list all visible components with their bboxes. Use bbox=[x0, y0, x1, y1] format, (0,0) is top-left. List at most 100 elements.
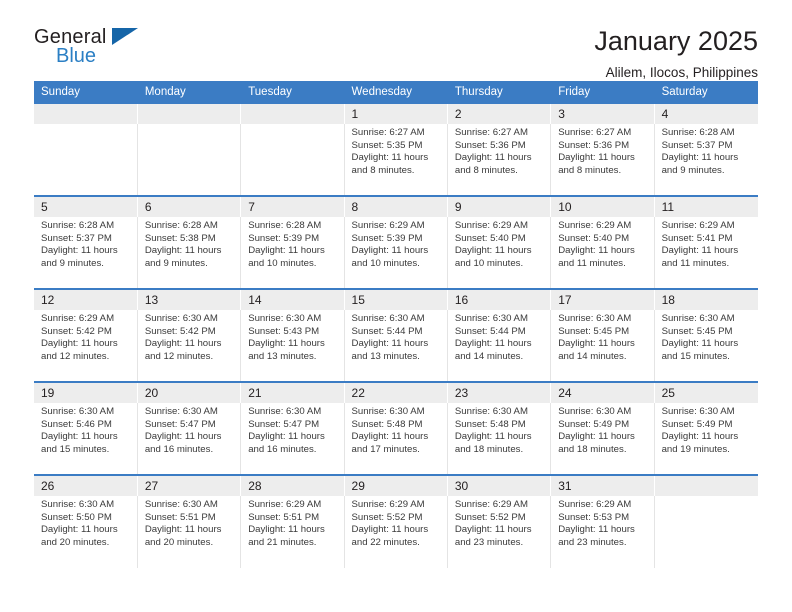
day-details-12[interactable]: Sunrise: 6:29 AM Sunset: 5:42 PM Daylight:… bbox=[34, 310, 138, 382]
day-number-20[interactable]: 20 bbox=[137, 381, 242, 403]
day-number-14[interactable]: 14 bbox=[240, 288, 345, 310]
day-number-5[interactable]: 5 bbox=[34, 195, 138, 217]
day-number-15[interactable]: 15 bbox=[344, 288, 448, 310]
day-details-8[interactable]: Sunrise: 6:29 AM Sunset: 5:39 PM Daylight:… bbox=[344, 217, 448, 289]
day-details-25[interactable]: Sunrise: 6:30 AM Sunset: 5:49 PM Daylight:… bbox=[654, 403, 758, 475]
day-detail-line: Daylight: 11 hours bbox=[41, 431, 118, 443]
day-number-3[interactable]: 3 bbox=[550, 104, 655, 124]
day-details-17[interactable]: Sunrise: 6:30 AM Sunset: 5:45 PM Daylight:… bbox=[550, 310, 655, 382]
day-details-14[interactable]: Sunrise: 6:30 AM Sunset: 5:43 PM Daylight:… bbox=[240, 310, 345, 382]
day-number-31[interactable]: 31 bbox=[550, 474, 655, 496]
day-detail-line: and 8 minutes. bbox=[454, 164, 518, 176]
day-details-20[interactable]: Sunrise: 6:30 AM Sunset: 5:47 PM Daylight:… bbox=[137, 403, 242, 475]
day-details-30[interactable]: Sunrise: 6:29 AM Sunset: 5:52 PM Daylight:… bbox=[447, 496, 552, 568]
day-details-19[interactable]: Sunrise: 6:30 AM Sunset: 5:46 PM Daylight:… bbox=[34, 403, 138, 475]
week-detail-row: Sunrise: 6:29 AM Sunset: 5:42 PM Daylight:… bbox=[34, 310, 758, 382]
day-detail-line: Sunrise: 6:30 AM bbox=[661, 406, 735, 417]
day-number-30[interactable]: 30 bbox=[447, 474, 552, 496]
day-number-18[interactable]: 18 bbox=[654, 288, 758, 310]
day-detail-line: Sunset: 5:48 PM bbox=[351, 418, 423, 430]
day-number-7[interactable]: 7 bbox=[240, 195, 345, 217]
day-detail-line: Sunset: 5:44 PM bbox=[351, 325, 423, 337]
day-number-1[interactable]: 1 bbox=[344, 104, 448, 124]
day-detail-line: Sunset: 5:49 PM bbox=[661, 418, 733, 430]
day-detail-line: Daylight: 11 hours bbox=[144, 245, 222, 257]
day-detail-line: Sunset: 5:42 PM bbox=[144, 325, 216, 337]
day-number-24[interactable]: 24 bbox=[550, 381, 655, 403]
day-details-13[interactable]: Sunrise: 6:30 AM Sunset: 5:42 PM Daylight:… bbox=[137, 310, 242, 382]
day-detail-line: Daylight: 11 hours bbox=[661, 245, 739, 257]
day-detail-line: Sunrise: 6:29 AM bbox=[558, 499, 632, 510]
day-details-7[interactable]: Sunrise: 6:28 AM Sunset: 5:39 PM Daylight:… bbox=[240, 217, 345, 289]
page-header: General Blue January 2025 Alilem, Ilocos… bbox=[34, 0, 758, 80]
day-number-9[interactable]: 9 bbox=[447, 195, 552, 217]
day-details-10[interactable]: Sunrise: 6:29 AM Sunset: 5:40 PM Daylight:… bbox=[550, 217, 655, 289]
day-number-4[interactable]: 4 bbox=[654, 104, 758, 124]
day-details-21[interactable]: Sunrise: 6:30 AM Sunset: 5:47 PM Daylight:… bbox=[240, 403, 345, 475]
day-number-22[interactable]: 22 bbox=[344, 381, 448, 403]
day-detail-line: Daylight: 11 hours bbox=[351, 338, 429, 350]
day-details-18[interactable]: Sunrise: 6:30 AM Sunset: 5:45 PM Daylight:… bbox=[654, 310, 758, 382]
day-detail-line: Sunset: 5:43 PM bbox=[248, 325, 320, 337]
day-details-3[interactable]: Sunrise: 6:27 AM Sunset: 5:36 PM Daylight:… bbox=[550, 124, 655, 196]
day-number-12[interactable]: 12 bbox=[34, 288, 138, 310]
day-detail-line: Sunset: 5:37 PM bbox=[41, 232, 112, 244]
day-number-23[interactable]: 23 bbox=[447, 381, 552, 403]
day-details-2[interactable]: Sunrise: 6:27 AM Sunset: 5:36 PM Daylight:… bbox=[447, 124, 552, 196]
day-number-27[interactable]: 27 bbox=[137, 474, 242, 496]
day-detail-line: Sunrise: 6:29 AM bbox=[351, 220, 425, 231]
day-detail-line: Daylight: 11 hours bbox=[558, 245, 635, 257]
day-detail-line: Sunset: 5:47 PM bbox=[248, 418, 320, 430]
day-detail-line: Sunset: 5:37 PM bbox=[661, 139, 733, 151]
day-details-15[interactable]: Sunrise: 6:30 AM Sunset: 5:44 PM Daylight:… bbox=[344, 310, 448, 382]
day-number-8[interactable]: 8 bbox=[344, 195, 448, 217]
triangle-icon bbox=[112, 28, 138, 45]
weekday-header-thursday: Thursday bbox=[447, 81, 552, 104]
day-details-16[interactable]: Sunrise: 6:30 AM Sunset: 5:44 PM Daylight:… bbox=[447, 310, 552, 382]
day-number-2[interactable]: 2 bbox=[447, 104, 552, 124]
day-details-23[interactable]: Sunrise: 6:30 AM Sunset: 5:48 PM Daylight:… bbox=[447, 403, 552, 475]
day-detail-line: Sunset: 5:44 PM bbox=[454, 325, 526, 337]
weekday-header-friday: Friday bbox=[550, 81, 655, 104]
day-number-26[interactable]: 26 bbox=[34, 474, 138, 496]
day-detail-line: Sunrise: 6:28 AM bbox=[248, 220, 322, 231]
day-details-22[interactable]: Sunrise: 6:30 AM Sunset: 5:48 PM Daylight:… bbox=[344, 403, 448, 475]
day-details-26[interactable]: Sunrise: 6:30 AM Sunset: 5:50 PM Daylight:… bbox=[34, 496, 138, 568]
day-details-6[interactable]: Sunrise: 6:28 AM Sunset: 5:38 PM Daylight:… bbox=[137, 217, 242, 289]
week-daynumber-row: 1234 bbox=[34, 104, 758, 124]
day-number-21[interactable]: 21 bbox=[240, 381, 345, 403]
day-details-9[interactable]: Sunrise: 6:29 AM Sunset: 5:40 PM Daylight:… bbox=[447, 217, 552, 289]
day-details-24[interactable]: Sunrise: 6:30 AM Sunset: 5:49 PM Daylight:… bbox=[550, 403, 655, 475]
day-details-empty bbox=[137, 124, 242, 196]
day-detail-line: Sunrise: 6:27 AM bbox=[454, 127, 528, 138]
day-number-6[interactable]: 6 bbox=[137, 195, 242, 217]
day-details-28[interactable]: Sunrise: 6:29 AM Sunset: 5:51 PM Daylight:… bbox=[240, 496, 345, 568]
day-detail-line: Sunset: 5:52 PM bbox=[351, 511, 423, 523]
day-number-16[interactable]: 16 bbox=[447, 288, 552, 310]
day-number-19[interactable]: 19 bbox=[34, 381, 138, 403]
day-detail-line: Sunrise: 6:30 AM bbox=[661, 313, 735, 324]
day-number-28[interactable]: 28 bbox=[240, 474, 345, 496]
day-detail-line: and 15 minutes. bbox=[661, 350, 730, 362]
day-details-4[interactable]: Sunrise: 6:28 AM Sunset: 5:37 PM Daylight:… bbox=[654, 124, 758, 196]
day-number-10[interactable]: 10 bbox=[550, 195, 655, 217]
day-detail-line: Daylight: 11 hours bbox=[558, 431, 635, 443]
day-details-11[interactable]: Sunrise: 6:29 AM Sunset: 5:41 PM Daylight:… bbox=[654, 217, 758, 289]
day-details-27[interactable]: Sunrise: 6:30 AM Sunset: 5:51 PM Daylight:… bbox=[137, 496, 242, 568]
day-detail-line: Sunrise: 6:30 AM bbox=[351, 406, 425, 417]
day-details-31[interactable]: Sunrise: 6:29 AM Sunset: 5:53 PM Daylight:… bbox=[550, 496, 655, 568]
day-details-5[interactable]: Sunrise: 6:28 AM Sunset: 5:37 PM Daylight:… bbox=[34, 217, 138, 289]
day-detail-line: Daylight: 11 hours bbox=[558, 152, 635, 164]
day-number-29[interactable]: 29 bbox=[344, 474, 448, 496]
day-number-25[interactable]: 25 bbox=[654, 381, 758, 403]
day-number-13[interactable]: 13 bbox=[137, 288, 242, 310]
day-details-1[interactable]: Sunrise: 6:27 AM Sunset: 5:35 PM Daylight:… bbox=[344, 124, 448, 196]
day-number-11[interactable]: 11 bbox=[654, 195, 758, 217]
generalblue-logo[interactable]: General Blue bbox=[34, 26, 154, 74]
day-number-17[interactable]: 17 bbox=[550, 288, 655, 310]
day-details-29[interactable]: Sunrise: 6:29 AM Sunset: 5:52 PM Daylight:… bbox=[344, 496, 448, 568]
day-detail-line: Daylight: 11 hours bbox=[558, 338, 635, 350]
day-detail-line: Sunset: 5:36 PM bbox=[454, 139, 526, 151]
day-detail-line: and 9 minutes. bbox=[661, 164, 725, 176]
day-detail-line: Sunrise: 6:29 AM bbox=[248, 499, 322, 510]
